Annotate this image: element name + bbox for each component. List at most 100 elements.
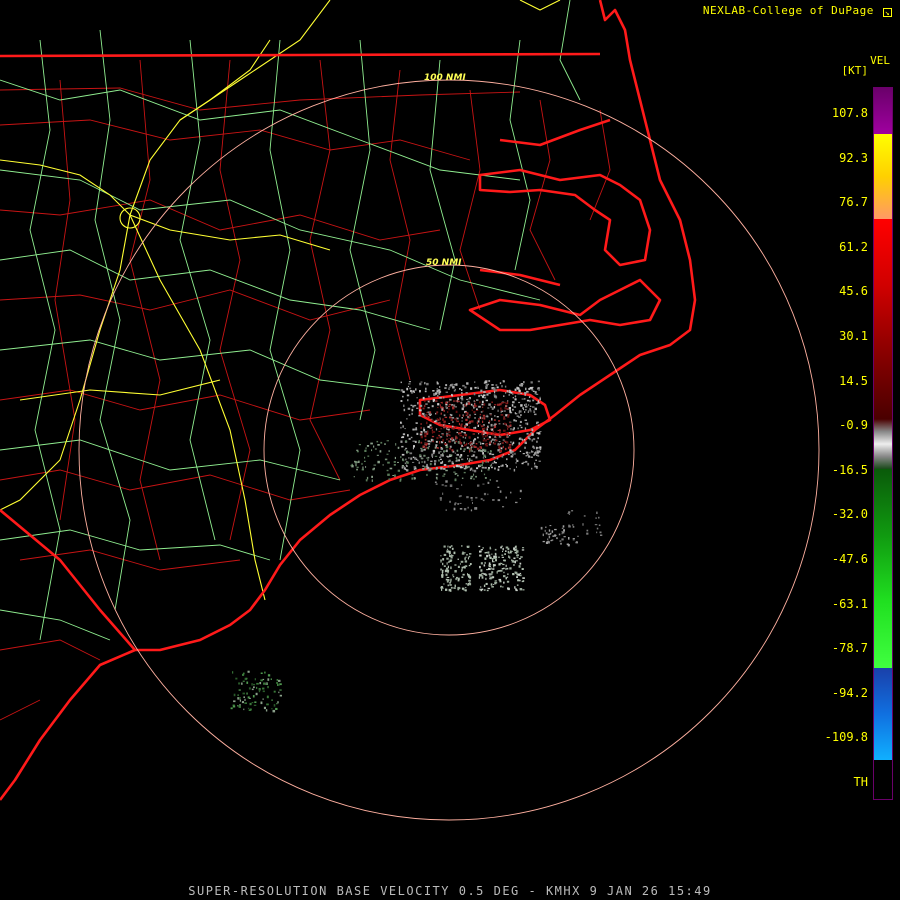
echo-pixel <box>508 454 510 456</box>
echo-pixel <box>454 441 456 444</box>
echo-pixel <box>586 532 589 535</box>
echo-pixel <box>441 570 444 573</box>
echo-pixel <box>446 438 448 441</box>
echo-pixel <box>503 440 507 442</box>
echo-pixel <box>249 702 252 706</box>
echo-pixel <box>596 511 598 514</box>
echo-pixel <box>464 589 467 592</box>
echo-pixel <box>467 573 470 576</box>
echo-pixel <box>421 461 424 463</box>
echo-pixel <box>239 699 241 702</box>
echo-pixel <box>464 425 467 427</box>
echo-pixel <box>491 558 494 560</box>
echo-pixel <box>560 542 562 545</box>
echo-pixel <box>393 464 396 466</box>
echo-pixel <box>446 576 450 578</box>
echo-pixel <box>447 460 450 463</box>
echo-pixel <box>488 467 490 470</box>
echo-pixel <box>554 528 557 531</box>
echo-pixel <box>524 446 526 449</box>
echo-pixel <box>521 398 524 400</box>
echo-pixel <box>447 465 450 468</box>
echo-pixel <box>469 420 472 423</box>
echo-pixel <box>502 586 504 588</box>
echo-pixel <box>469 563 472 565</box>
echo-pixel <box>449 445 452 448</box>
echo-pixel <box>465 434 468 437</box>
echo-pixel <box>503 401 506 404</box>
echo-pixel <box>434 460 437 463</box>
echo-pixel <box>492 568 495 570</box>
echo-pixel <box>466 496 469 499</box>
echo-pixel <box>238 705 241 708</box>
echo-pixel <box>423 400 426 403</box>
echo-pixel <box>472 502 473 504</box>
echo-pixel <box>539 431 542 432</box>
echo-pixel <box>514 396 516 398</box>
echo-pixel <box>495 389 497 392</box>
echo-pixel <box>547 533 551 536</box>
echo-pixel <box>548 541 550 544</box>
echo-pixel <box>434 462 436 466</box>
echo-pixel <box>453 551 456 555</box>
echo-pixel <box>482 452 484 455</box>
echo-pixel <box>454 502 457 504</box>
echo-pixel <box>253 704 257 706</box>
echo-pixel <box>475 456 478 459</box>
echo-pixel <box>532 390 535 392</box>
echo-pixel <box>425 403 428 405</box>
echo-pixel <box>505 567 507 571</box>
echo-pixel <box>453 587 456 589</box>
echo-pixel <box>522 547 525 549</box>
echo-pixel <box>426 414 428 417</box>
echo-pixel <box>491 417 493 421</box>
echo-pixel <box>530 381 533 384</box>
legend-tick-label: -109.8 <box>824 730 868 745</box>
echo-pixel <box>456 449 459 452</box>
echo-pixel <box>413 477 416 480</box>
echo-pixel <box>426 421 428 425</box>
echo-pixel <box>384 443 386 445</box>
credit-text: NEXLAB-College of DuPage <box>702 4 874 17</box>
echo-pixel <box>529 437 531 441</box>
echo-pixel <box>494 548 497 551</box>
echo-pixel <box>595 517 597 519</box>
echo-pixel <box>262 698 264 700</box>
echo-pixel <box>442 434 444 436</box>
echo-pixel <box>247 707 250 709</box>
echo-pixel <box>260 701 263 705</box>
echo-pixel <box>485 551 488 554</box>
echo-pixel <box>531 450 533 453</box>
echo-pixel <box>448 388 450 390</box>
echo-pixel <box>397 461 399 463</box>
echo-pixel <box>485 439 487 442</box>
echo-pixel <box>447 455 449 458</box>
product-caption: SUPER-RESOLUTION BASE VELOCITY 0.5 DEG -… <box>188 884 712 898</box>
echo-pixel <box>518 389 521 393</box>
echo-pixel <box>496 571 498 574</box>
echo-pixel <box>533 411 536 413</box>
echo-pixel <box>493 460 496 463</box>
echo-pixel <box>461 552 465 555</box>
echo-pixel <box>447 411 449 413</box>
echo-pixel <box>505 564 507 567</box>
echo-pixel <box>506 425 509 428</box>
echo-pixel <box>232 705 236 708</box>
echo-pixel <box>425 446 427 450</box>
echo-pixel <box>427 459 429 461</box>
echo-pixel <box>416 397 418 399</box>
echo-pixel <box>457 474 459 477</box>
echo-pixel <box>259 682 262 685</box>
echo-pixel <box>434 481 437 483</box>
echo-pixel <box>407 399 409 402</box>
echo-pixel <box>468 575 471 578</box>
echo-pixel <box>448 403 451 405</box>
echo-pixel <box>488 420 491 423</box>
echo-pixel <box>247 670 250 673</box>
echo-pixel <box>519 489 522 493</box>
echo-pixel <box>443 420 446 423</box>
echo-pixel <box>506 580 510 583</box>
echo-pixel <box>501 402 504 404</box>
echo-pixel <box>481 442 485 445</box>
echo-pixel <box>457 565 460 568</box>
